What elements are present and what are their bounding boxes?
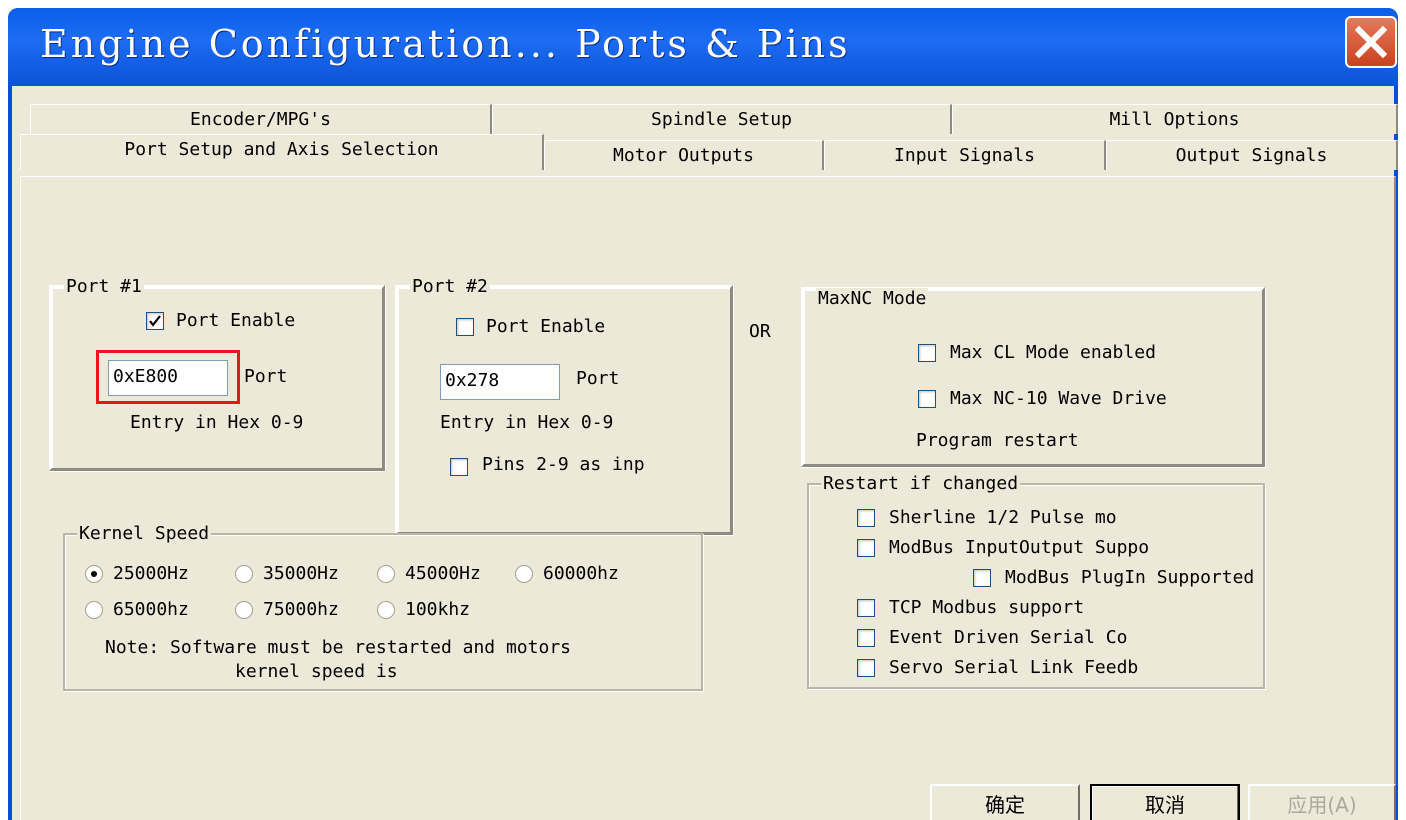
cancel-button[interactable]: 取消 xyxy=(1090,784,1240,820)
window-title: Engine Configuration... Ports & Pins xyxy=(40,22,851,66)
event-serial-checkbox[interactable] xyxy=(857,629,875,647)
kernel-speed-legend: Kernel Speed xyxy=(77,523,212,545)
kernel-35000-radio[interactable] xyxy=(235,565,253,583)
kernel-75000-label: 75000hz xyxy=(263,599,339,620)
tab-input-signals[interactable]: Input Signals xyxy=(824,140,1106,170)
kernel-25000-label: 25000Hz xyxy=(113,563,189,584)
radio-selected-dot xyxy=(91,571,97,577)
port1-legend: Port #1 xyxy=(64,276,144,298)
close-icon xyxy=(1355,26,1387,58)
sherline-label: Sherline 1/2 Pulse mo xyxy=(889,507,1117,528)
tcp-modbus-label: TCP Modbus support xyxy=(889,597,1085,618)
port2-legend: Port #2 xyxy=(410,276,490,298)
servo-serial-checkbox[interactable] xyxy=(857,659,875,677)
title-bar[interactable]: Engine Configuration... Ports & Pins xyxy=(8,8,1398,86)
close-button[interactable] xyxy=(1345,16,1397,68)
kernel-25000-radio[interactable] xyxy=(85,565,103,583)
tab-mill-options[interactable]: Mill Options xyxy=(952,104,1398,134)
kernel-note-line2: kernel speed is xyxy=(235,661,398,682)
kernel-65000-radio[interactable] xyxy=(85,601,103,619)
port2-hex-hint: Entry in Hex 0-9 xyxy=(440,412,614,433)
port1-hex-hint: Entry in Hex 0-9 xyxy=(130,412,304,433)
apply-button[interactable]: 应用(A) xyxy=(1248,784,1396,820)
port1-address-highlight xyxy=(96,350,240,404)
kernel-35000-label: 35000Hz xyxy=(263,563,339,584)
max-nc10-checkbox[interactable] xyxy=(918,390,936,408)
port2-enable-checkbox[interactable] xyxy=(456,318,474,336)
modbus-io-checkbox[interactable] xyxy=(857,539,875,557)
max-nc10-label: Max NC-10 Wave Drive xyxy=(950,388,1167,409)
modbus-io-label: ModBus InputOutput Suppo xyxy=(889,537,1150,558)
port1-group: Port #1 Port Enable 0xE800 Port Entry in… xyxy=(49,276,385,471)
tab-motor-outputs[interactable]: Motor Outputs xyxy=(544,140,824,170)
port1-enable-checkbox[interactable] xyxy=(146,312,164,330)
dialog-client: Encoder/MPG's Spindle Setup Mill Options… xyxy=(12,86,1398,820)
event-serial-label: Event Driven Serial Co xyxy=(889,627,1128,648)
tab-port-setup[interactable]: Port Setup and Axis Selection xyxy=(20,134,544,170)
port1-enable-label: Port Enable xyxy=(176,310,296,331)
ok-button[interactable]: 确定 xyxy=(930,784,1080,820)
restart-group: Restart if changed Sherline 1/2 Pulse mo… xyxy=(807,473,1265,689)
port2-address-input[interactable]: 0x278 xyxy=(440,364,560,400)
kernel-100k-label: 100khz xyxy=(405,599,471,620)
modbus-plugin-checkbox[interactable] xyxy=(973,569,991,587)
tab-spindle-setup[interactable]: Spindle Setup xyxy=(492,104,952,134)
port2-port-label: Port xyxy=(576,368,620,389)
kernel-100k-radio[interactable] xyxy=(377,601,395,619)
tab-panel-port-setup: Port #1 Port Enable 0xE800 Port Entry in… xyxy=(20,176,1396,820)
or-label: OR xyxy=(749,321,771,342)
kernel-speed-group: Kernel Speed 25000Hz 35000Hz 45000Hz 600… xyxy=(63,523,703,691)
sherline-checkbox[interactable] xyxy=(857,509,875,527)
tab-encoder-mpg[interactable]: Encoder/MPG's xyxy=(30,104,492,134)
kernel-45000-label: 45000Hz xyxy=(405,563,481,584)
dialog-window: Engine Configuration... Ports & Pins Enc… xyxy=(8,8,1398,820)
tcp-modbus-checkbox[interactable] xyxy=(857,599,875,617)
check-icon xyxy=(149,315,161,327)
maxnc-group: MaxNC Mode Max CL Mode enabled Max NC-10… xyxy=(801,287,1265,467)
servo-serial-label: Servo Serial Link Feedb xyxy=(889,657,1139,678)
kernel-45000-radio[interactable] xyxy=(377,565,395,583)
port2-pins-checkbox[interactable] xyxy=(450,458,468,476)
kernel-note-line1: Note: Software must be restarted and mot… xyxy=(105,637,571,658)
port2-group: Port #2 Port Enable 0x278 Port Entry in … xyxy=(395,276,733,535)
port2-enable-label: Port Enable xyxy=(486,316,606,337)
kernel-60000-radio[interactable] xyxy=(515,565,533,583)
max-cl-mode-label: Max CL Mode enabled xyxy=(950,342,1156,363)
tab-output-signals[interactable]: Output Signals xyxy=(1106,140,1398,170)
modbus-plugin-label: ModBus PlugIn Supported xyxy=(1005,567,1255,588)
maxnc-restart-note: Program restart xyxy=(916,430,1079,451)
port2-pins-label: Pins 2-9 as inp xyxy=(482,454,645,475)
max-cl-mode-checkbox[interactable] xyxy=(918,344,936,362)
kernel-60000-label: 60000hz xyxy=(543,563,619,584)
maxnc-legend: MaxNC Mode xyxy=(816,288,929,310)
restart-legend: Restart if changed xyxy=(821,473,1021,495)
kernel-75000-radio[interactable] xyxy=(235,601,253,619)
kernel-65000-label: 65000hz xyxy=(113,599,189,620)
port1-port-label: Port xyxy=(244,366,288,387)
